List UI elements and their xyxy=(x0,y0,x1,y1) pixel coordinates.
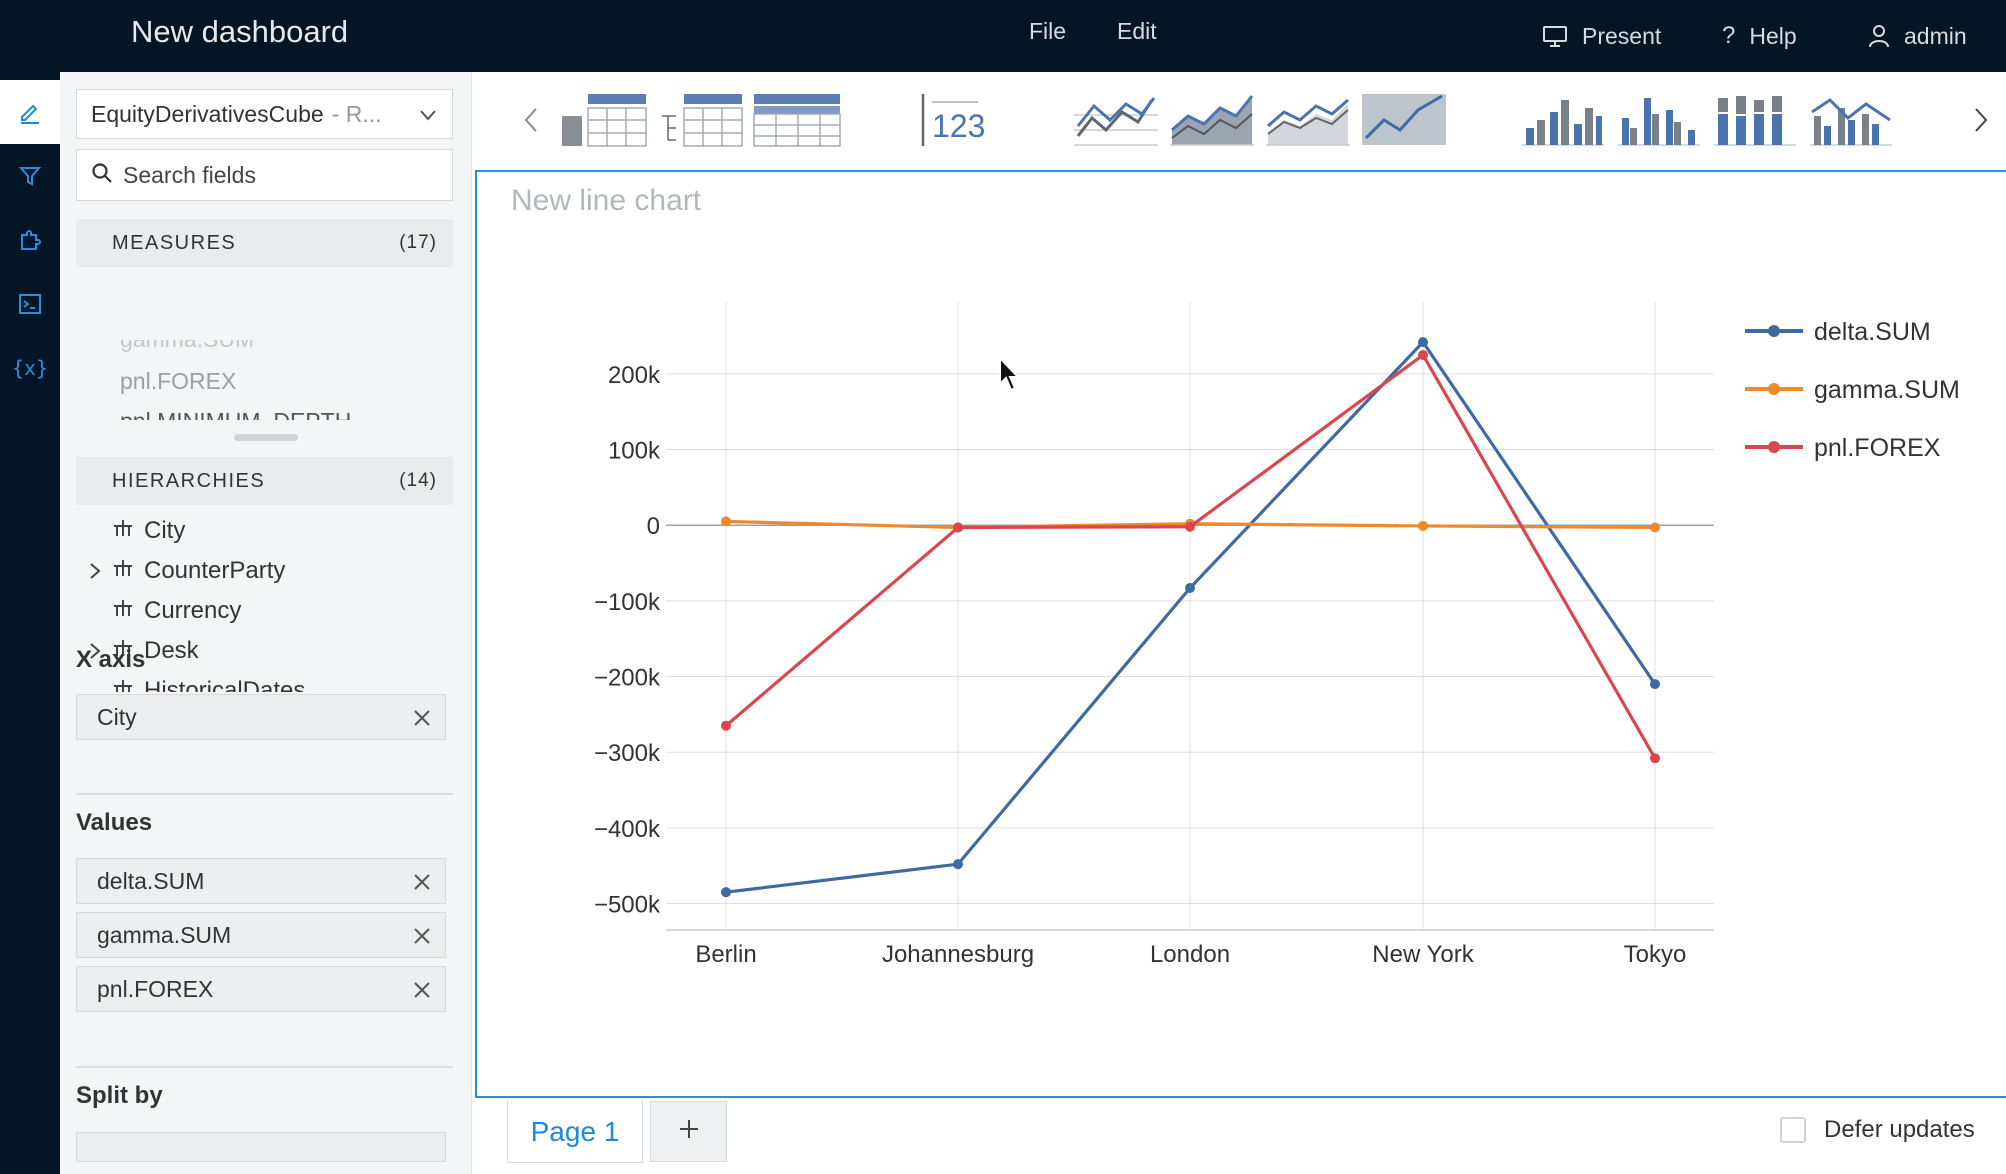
y-tick-label: −200k xyxy=(594,665,661,692)
line-chart: 200k 100k 0 −100k −200k −300k −400k −500k Berlin… xyxy=(594,302,1960,968)
y-tick-label: 100k xyxy=(608,438,661,465)
defer-updates-checkbox[interactable] xyxy=(1780,1117,1806,1143)
data-point xyxy=(1650,753,1660,764)
y-tick-label: 200k xyxy=(608,362,661,389)
data-point xyxy=(953,522,963,533)
x-tick-label: New York xyxy=(1372,941,1474,968)
y-tick-label: 0 xyxy=(647,513,660,540)
data-point xyxy=(1185,521,1195,532)
data-point xyxy=(1418,349,1428,360)
legend-label: gamma.SUM xyxy=(1814,376,1960,404)
plus-icon xyxy=(678,1118,700,1145)
y-tick-label: −100k xyxy=(594,589,661,616)
x-tick-label: Berlin xyxy=(695,941,756,968)
mouse-cursor-icon xyxy=(999,356,1021,392)
y-tick-label: −300k xyxy=(594,740,661,767)
defer-updates-label: Defer updates xyxy=(1824,1116,1975,1143)
x-tick-label: Johannesburg xyxy=(882,941,1034,968)
y-tick-label: −500k xyxy=(594,892,661,919)
x-tick-label: Tokyo xyxy=(1624,941,1687,968)
data-point xyxy=(1650,522,1660,533)
data-point xyxy=(1185,583,1195,594)
x-tick-label: London xyxy=(1150,941,1230,968)
legend-label: pnl.FOREX xyxy=(1814,434,1941,462)
data-point xyxy=(721,720,731,731)
data-point xyxy=(953,859,963,870)
data-point xyxy=(1418,520,1428,531)
data-point xyxy=(721,887,731,898)
defer-updates: Defer updates xyxy=(1780,1116,1975,1144)
tab-page-1[interactable]: Page 1 xyxy=(507,1101,643,1163)
legend-marker xyxy=(1768,325,1780,337)
legend-marker xyxy=(1768,383,1780,395)
legend-label: delta.SUM xyxy=(1814,318,1931,346)
legend-marker xyxy=(1768,441,1780,453)
y-tick-label: −400k xyxy=(594,816,661,843)
data-point xyxy=(721,516,731,527)
add-page-button[interactable] xyxy=(650,1101,727,1162)
data-point xyxy=(1650,679,1660,690)
data-point xyxy=(1418,337,1428,348)
